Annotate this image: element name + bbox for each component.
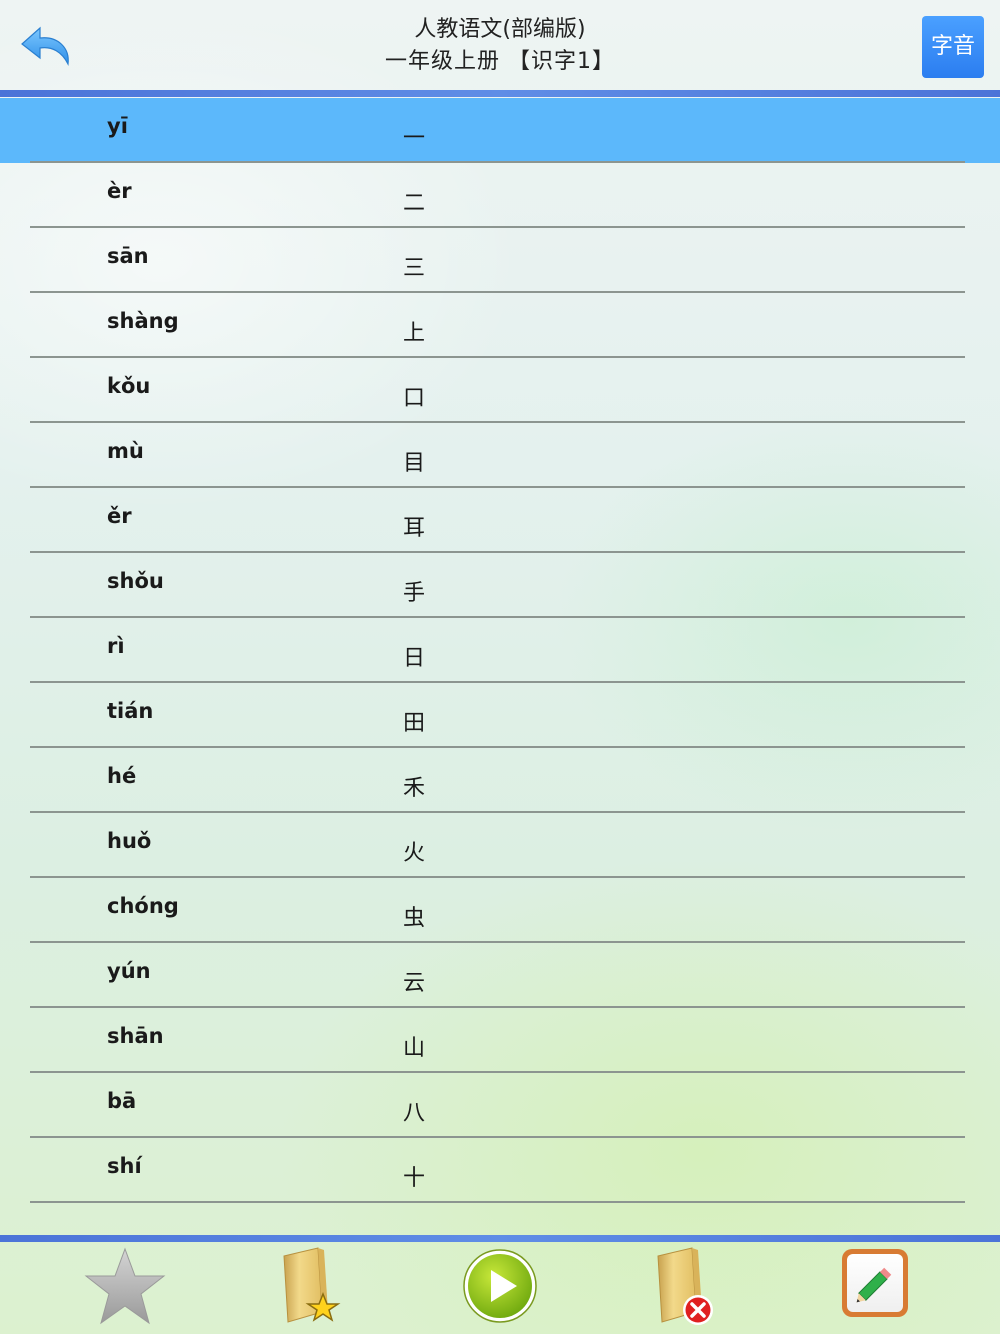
star-icon [84, 1247, 166, 1325]
pinyin-label: shǒu [107, 569, 164, 593]
pinyin-label: yī [107, 114, 128, 138]
pinyin-label: sān [107, 244, 149, 268]
character-label: 虫 [403, 906, 426, 931]
list-item[interactable]: èr 二 [0, 163, 1000, 228]
list-item[interactable]: yún 云 [0, 943, 1000, 1008]
back-button[interactable] [18, 22, 78, 70]
edit-pencil-icon [842, 1249, 908, 1317]
list-item[interactable]: yī 一 [0, 98, 1000, 163]
character-label: 十 [403, 1166, 426, 1191]
list-item[interactable]: shǒu 手 [0, 553, 1000, 618]
character-label: 口 [403, 386, 426, 411]
play-button[interactable] [461, 1246, 539, 1330]
pinyin-label: hé [107, 764, 137, 788]
list-item[interactable]: ěr 耳 [0, 488, 1000, 553]
pinyin-label: kǒu [107, 374, 151, 398]
pinyin-label: mù [107, 439, 144, 463]
pinyin-label: shān [107, 1024, 164, 1048]
bottom-toolbar [0, 1242, 1000, 1334]
character-label: 日 [403, 646, 426, 671]
play-icon [463, 1249, 537, 1323]
character-label: 一 [403, 126, 426, 151]
pinyin-label: tián [107, 699, 154, 723]
pinyin-label: chóng [107, 894, 179, 918]
character-label: 三 [403, 256, 426, 281]
pronunciation-mode-button[interactable]: 字音 [922, 16, 984, 78]
character-label: 田 [403, 711, 426, 736]
favorites-folder-button[interactable] [278, 1246, 348, 1332]
list-item[interactable]: tián 田 [0, 683, 1000, 748]
list-item[interactable]: shān 山 [0, 1008, 1000, 1073]
pinyin-label: yún [107, 959, 151, 983]
list-item[interactable]: chóng 虫 [0, 878, 1000, 943]
list-item[interactable]: huǒ 火 [0, 813, 1000, 878]
list-item[interactable]: bā 八 [0, 1073, 1000, 1138]
list-item[interactable]: mù 目 [0, 423, 1000, 488]
pinyin-label: rì [107, 634, 125, 658]
back-arrow-icon [21, 26, 69, 67]
character-label: 手 [403, 581, 426, 606]
character-label: 火 [403, 841, 426, 866]
character-label: 禾 [403, 776, 426, 801]
page-title: 人教语文(部编版) 一年级上册 【识字1】 [250, 14, 750, 78]
list-item[interactable]: shàng 上 [0, 293, 1000, 358]
delete-folder-icon [657, 1247, 713, 1325]
row-divider [30, 1201, 965, 1203]
toolbar-divider [0, 1235, 1000, 1242]
pinyin-label: ěr [107, 504, 132, 528]
list-item[interactable]: rì 日 [0, 618, 1000, 683]
header-divider [0, 90, 1000, 97]
character-label: 目 [403, 451, 426, 476]
pinyin-label: shàng [107, 309, 179, 333]
favorites-folder-icon [283, 1247, 341, 1323]
delete-folder-button[interactable] [652, 1246, 722, 1334]
character-label: 云 [403, 971, 426, 996]
list-item[interactable]: sān 三 [0, 228, 1000, 293]
character-label: 二 [403, 191, 426, 216]
list-item[interactable]: hé 禾 [0, 748, 1000, 813]
title-line-1: 人教语文(部编版) [414, 17, 586, 42]
list-item[interactable]: shí 十 [0, 1138, 1000, 1203]
character-label: 上 [403, 321, 426, 346]
word-list[interactable]: yī 一 èr 二 sān 三 shàng 上 kǒu 口 mù 目 ěr 耳 … [0, 98, 1000, 1208]
character-label: 山 [403, 1036, 426, 1061]
pinyin-label: huǒ [107, 829, 152, 853]
list-item[interactable]: kǒu 口 [0, 358, 1000, 423]
title-line-2: 一年级上册 【识字1】 [385, 49, 615, 74]
pinyin-label: èr [107, 179, 132, 203]
pinyin-label: shí [107, 1154, 142, 1178]
character-label: 八 [403, 1101, 426, 1126]
character-label: 耳 [403, 516, 426, 541]
pinyin-label: bā [107, 1089, 137, 1113]
header-bar: 人教语文(部编版) 一年级上册 【识字1】 字音 [0, 0, 1000, 90]
edit-button[interactable] [839, 1246, 911, 1324]
favorite-button[interactable] [82, 1246, 168, 1332]
